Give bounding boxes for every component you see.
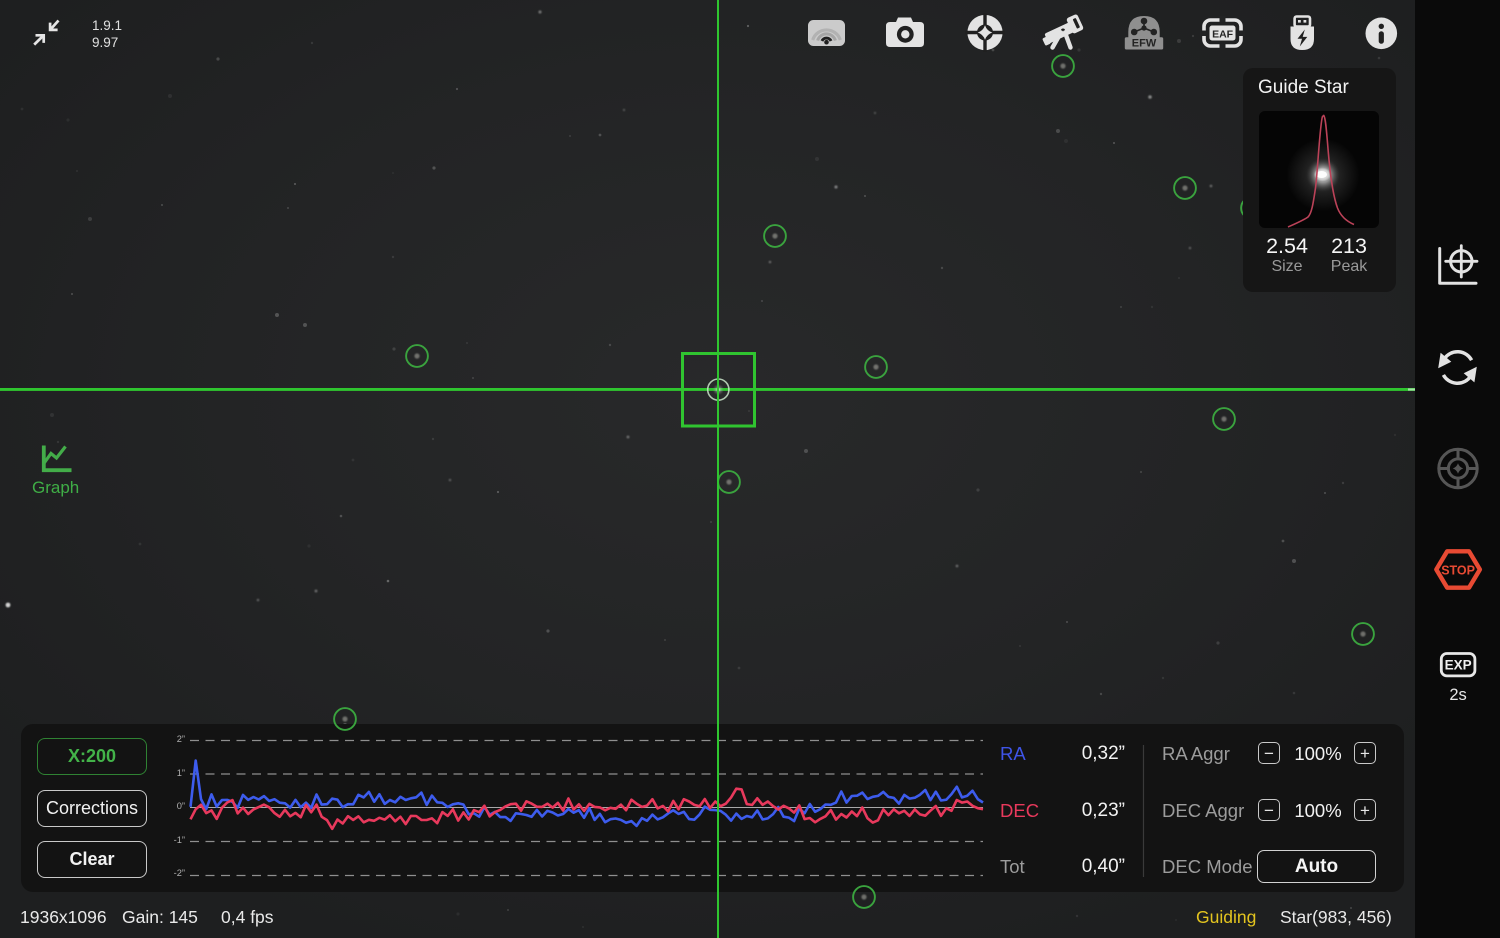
- svg-text:2s: 2s: [1449, 686, 1466, 704]
- svg-text:EXP: EXP: [1445, 658, 1472, 673]
- svg-text:STOP: STOP: [1441, 564, 1475, 578]
